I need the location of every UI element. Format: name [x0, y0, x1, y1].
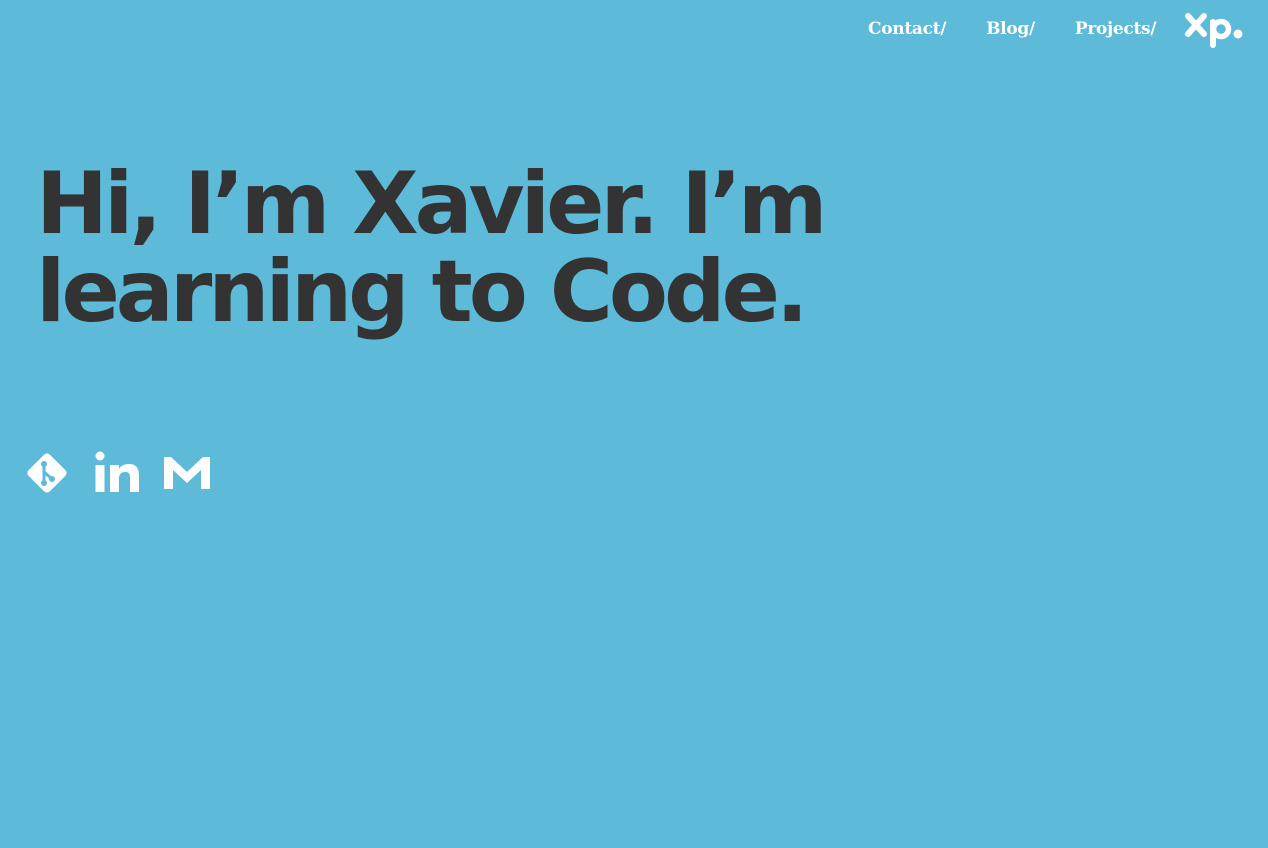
social-links — [22, 448, 232, 498]
git-icon — [27, 453, 67, 493]
git-link[interactable] — [22, 448, 72, 498]
gmail-icon — [164, 457, 210, 489]
linkedin-icon — [95, 451, 139, 492]
hero-line-2: learning to Code. — [36, 242, 809, 342]
nav-projects-link[interactable]: Projects/ — [1075, 18, 1157, 40]
nav-contact-link[interactable]: Contact/ — [868, 18, 946, 40]
xp-logo[interactable] — [1184, 12, 1246, 48]
top-nav: Contact/ Blog/ Projects/ — [868, 18, 1196, 40]
nav-blog-link[interactable]: Blog/ — [986, 18, 1035, 40]
hero-heading: Hi, I’m Xavier. I’m learning to Code. — [36, 154, 828, 342]
linkedin-link[interactable] — [92, 448, 142, 498]
hero-line-1: Hi, I’m Xavier. I’m — [36, 154, 828, 254]
gmail-link[interactable] — [162, 448, 212, 498]
xp-logo-icon — [1185, 13, 1243, 48]
